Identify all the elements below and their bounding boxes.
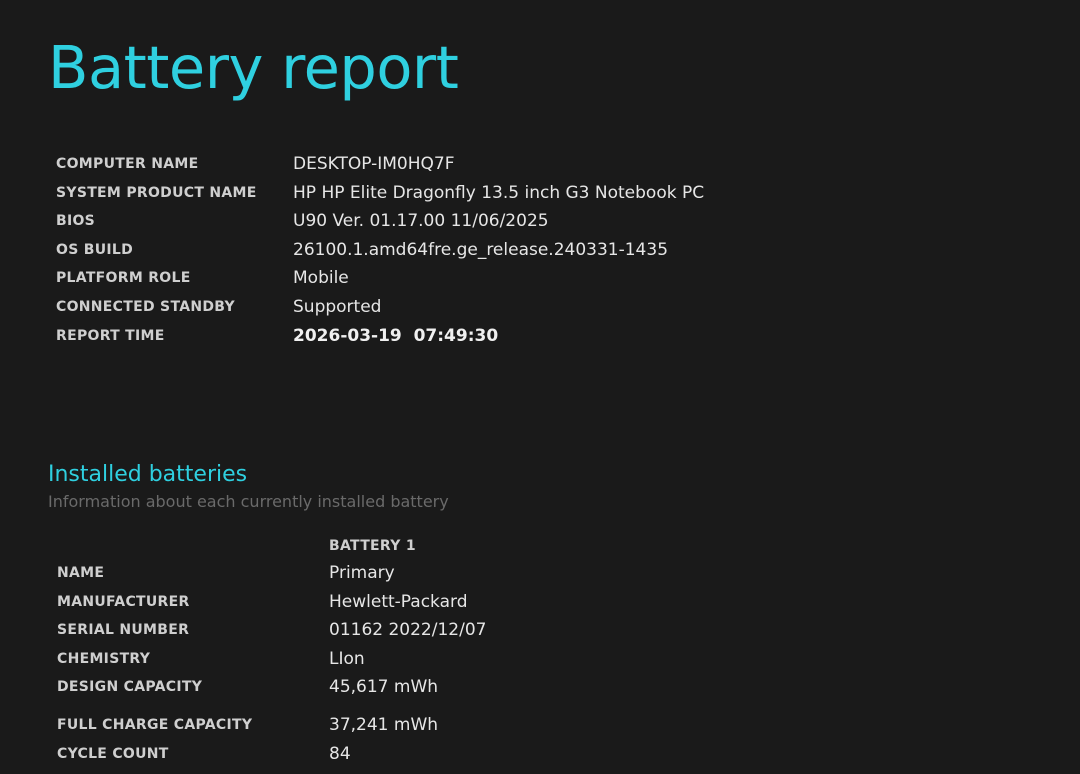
info-value: Mobile [293,268,349,289]
info-label: BIOS [56,213,96,230]
battery-value: 01162 2022/12/07 [329,620,487,641]
page-title: Battery report [48,33,459,102]
battery-value: 37,241 mWh [329,715,439,736]
battery-value: 84 [329,744,351,765]
info-value: 26100.1.amd64fre.ge_release.240331-1435 [293,239,669,260]
battery-value: LIon [329,648,365,669]
battery-label: FULL CHARGE CAPACITY [57,717,253,734]
battery-value: 45,617 mWh [329,677,439,698]
battery-label: DESIGN CAPACITY [57,679,203,696]
info-label: PLATFORM ROLE [56,270,191,287]
info-label: CONNECTED STANDBY [56,298,235,315]
battery-label: CYCLE COUNT [57,746,169,763]
info-value: Supported [293,296,382,317]
battery-value: Hewlett-Packard [329,591,468,612]
info-label: REPORT TIME [56,327,165,344]
battery-label: MANUFACTURER [57,593,190,610]
battery-label: NAME [57,565,105,581]
battery-column-header: BATTERY 1 [329,538,416,554]
installed-batteries-heading: Installed batteries [48,462,248,487]
info-value: 2026-03-19 07:49:30 [293,325,499,346]
battery-label: CHEMISTRY [57,650,151,667]
installed-batteries-subtitle: Information about each currently install… [48,492,449,511]
info-value: HP HP Elite Dragonfly 13.5 inch G3 Noteb… [293,182,705,203]
info-label: COMPUTER NAME [56,156,199,172]
info-label: SYSTEM PRODUCT NAME [56,184,257,201]
info-value: DESKTOP-IM0HQ7F [293,154,455,174]
info-value: U90 Ver. 01.17.00 11/06/2025 [293,211,549,232]
battery-value: Primary [329,563,395,583]
battery-label: SERIAL NUMBER [57,622,190,639]
info-label: OS BUILD [56,241,134,258]
